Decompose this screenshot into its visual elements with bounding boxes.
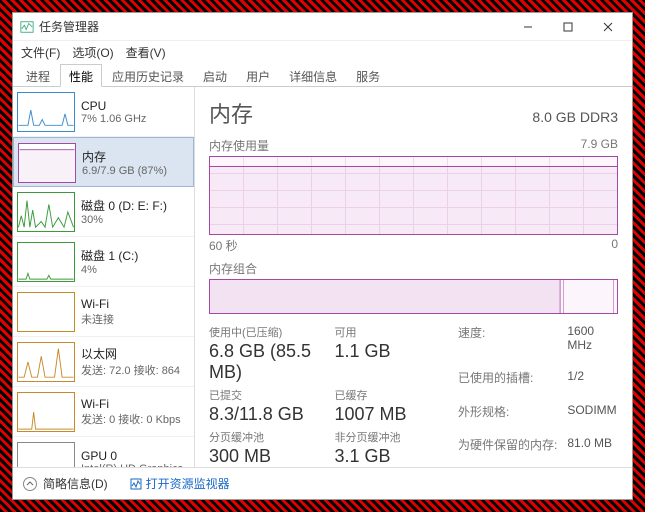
titlebar[interactable]: 任务管理器 [13, 13, 632, 41]
fewer-details-link[interactable]: 简略信息(D) [43, 475, 108, 492]
cpu-thumb-icon [17, 92, 75, 132]
sidebar-item-gpu[interactable]: GPU 0Intel(R) HD Graphics [13, 437, 194, 467]
menu-options[interactable]: 选项(O) [66, 42, 119, 63]
eth-thumb-icon [17, 342, 75, 382]
memory-thumb-icon [18, 143, 76, 183]
sidebar-item-sublabel: 30% [81, 214, 167, 226]
disk0-thumb-icon [17, 192, 75, 232]
available-label: 可用 [335, 324, 451, 340]
resource-monitor-icon [130, 478, 142, 490]
chart-composition-label: 内存组合 [209, 260, 257, 277]
memory-usage-chart[interactable] [209, 156, 618, 235]
task-manager-window: 任务管理器 文件(F) 选项(O) 查看(V) 进程 性能 应用历史记录 启动 … [12, 12, 633, 500]
paged-label: 分页缓冲池 [209, 429, 325, 445]
tab-users[interactable]: 用户 [237, 64, 279, 87]
sidebar-item-sublabel: 7% 1.06 GHz [81, 113, 146, 125]
performance-sidebar[interactable]: CPU7% 1.06 GHz内存6.9/7.9 GB (87%)磁盘 0 (D:… [13, 87, 195, 467]
form-value: SODIMM [567, 403, 618, 434]
sidebar-item-label: 磁盘 1 (C:) [81, 247, 138, 264]
slots-value: 1/2 [567, 369, 618, 400]
reserved-value: 81.0 MB [567, 436, 618, 467]
sidebar-item-wifi1[interactable]: Wi-Fi发送: 0 接收: 0 Kbps [13, 387, 194, 437]
available-value: 1.1 GB [335, 341, 451, 362]
resource-monitor-label: 打开资源监视器 [146, 475, 230, 492]
speed-value: 1600 MHz [567, 324, 618, 366]
sidebar-item-sublabel: 4% [81, 264, 138, 276]
app-icon [19, 19, 35, 35]
open-resource-monitor-link[interactable]: 打开资源监视器 [130, 475, 230, 492]
tab-processes[interactable]: 进程 [17, 64, 59, 87]
sidebar-item-label: GPU 0 [81, 449, 183, 463]
slots-label: 已使用的插槽: [458, 369, 557, 400]
sidebar-item-disk1[interactable]: 磁盘 1 (C:)4% [13, 237, 194, 287]
tab-details[interactable]: 详细信息 [280, 64, 346, 87]
chevron-up-icon[interactable] [23, 477, 37, 491]
cached-label: 已缓存 [335, 387, 451, 403]
memory-composition-chart[interactable] [209, 279, 618, 314]
chart-usage-max: 7.9 GB [581, 137, 618, 154]
sidebar-item-label: 以太网 [81, 345, 180, 362]
window-title: 任务管理器 [39, 18, 508, 35]
memory-spec: 8.0 GB DDR3 [532, 109, 618, 125]
sidebar-item-wifi0[interactable]: Wi-Fi未连接 [13, 287, 194, 337]
committed-label: 已提交 [209, 387, 325, 403]
form-label: 外形规格: [458, 403, 557, 434]
nonpaged-label: 非分页缓冲池 [335, 429, 451, 445]
tab-performance[interactable]: 性能 [60, 64, 102, 87]
tabs: 进程 性能 应用历史记录 启动 用户 详细信息 服务 [13, 63, 632, 87]
sidebar-item-label: Wi-Fi [81, 297, 114, 311]
chart-x-left: 60 秒 [209, 237, 238, 254]
memory-panel: 内存 8.0 GB DDR3 内存使用量 7.9 GB 60 秒 0 内存组合 [195, 87, 632, 467]
minimize-button[interactable] [508, 14, 548, 40]
sidebar-item-label: 内存 [82, 148, 167, 165]
sidebar-item-eth[interactable]: 以太网发送: 72.0 接收: 864 [13, 337, 194, 387]
in-use-label: 使用中(已压缩) [209, 324, 325, 340]
page-title: 内存 [209, 97, 253, 129]
chart-usage-label: 内存使用量 [209, 137, 269, 154]
chart-x-right: 0 [611, 237, 618, 254]
close-button[interactable] [588, 14, 628, 40]
cached-value: 1007 MB [335, 404, 451, 425]
tab-services[interactable]: 服务 [347, 64, 389, 87]
sidebar-item-label: Wi-Fi [81, 397, 181, 411]
menu-view[interactable]: 查看(V) [120, 42, 172, 63]
menubar: 文件(F) 选项(O) 查看(V) [13, 41, 632, 63]
speed-label: 速度: [458, 324, 557, 366]
committed-value: 8.3/11.8 GB [209, 404, 325, 425]
wifi1-thumb-icon [17, 392, 75, 432]
sidebar-item-label: 磁盘 0 (D: E: F:) [81, 197, 167, 214]
in-use-value: 6.8 GB (85.5 MB) [209, 341, 325, 383]
footer: 简略信息(D) 打开资源监视器 [13, 467, 632, 499]
menu-file[interactable]: 文件(F) [15, 42, 66, 63]
sidebar-item-disk0[interactable]: 磁盘 0 (D: E: F:)30% [13, 187, 194, 237]
gpu-thumb-icon [17, 442, 75, 467]
sidebar-item-sublabel: 6.9/7.9 GB (87%) [82, 165, 167, 177]
sidebar-item-memory[interactable]: 内存6.9/7.9 GB (87%) [13, 137, 194, 187]
sidebar-item-sublabel: 发送: 0 接收: 0 Kbps [81, 411, 181, 427]
sidebar-item-cpu[interactable]: CPU7% 1.06 GHz [13, 87, 194, 137]
nonpaged-value: 3.1 GB [335, 446, 451, 467]
sidebar-item-sublabel: 发送: 72.0 接收: 864 [81, 362, 180, 378]
wifi0-thumb-icon [17, 292, 75, 332]
disk1-thumb-icon [17, 242, 75, 282]
reserved-label: 为硬件保留的内存: [458, 436, 557, 467]
tab-app-history[interactable]: 应用历史记录 [103, 64, 193, 87]
maximize-button[interactable] [548, 14, 588, 40]
paged-value: 300 MB [209, 446, 325, 467]
tab-startup[interactable]: 启动 [194, 64, 236, 87]
sidebar-item-label: CPU [81, 99, 146, 113]
sidebar-item-sublabel: 未连接 [81, 311, 114, 327]
